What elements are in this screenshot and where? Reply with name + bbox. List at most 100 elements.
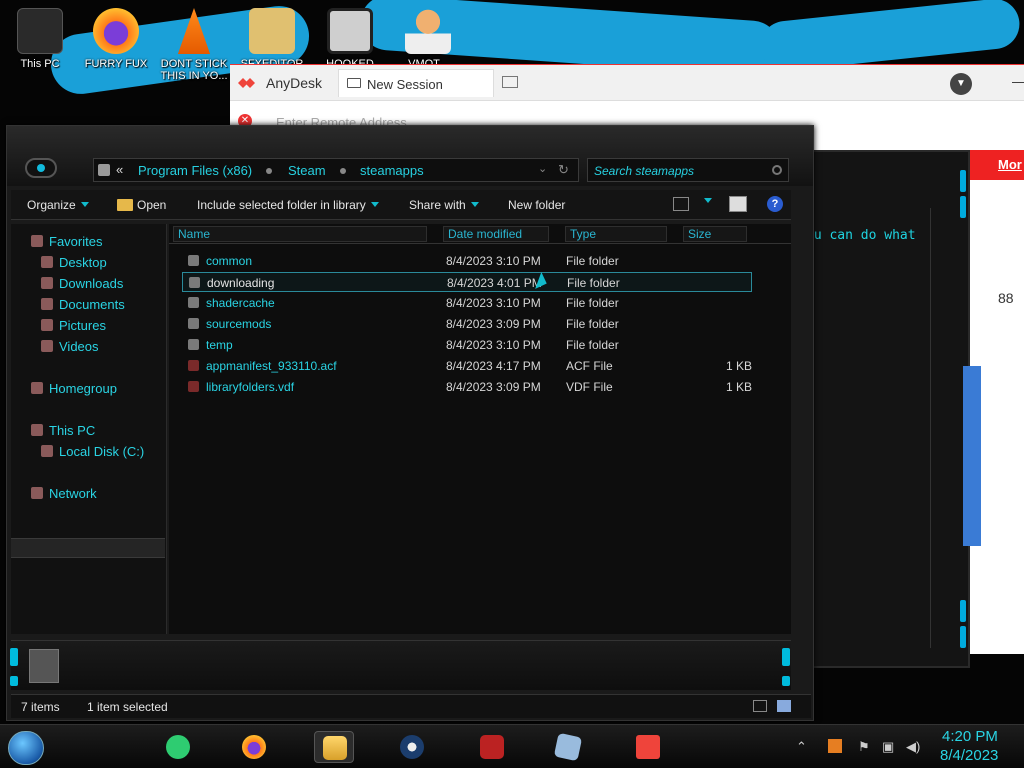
back-button[interactable] bbox=[25, 158, 57, 178]
desktop-icon bbox=[41, 256, 53, 268]
nav-pictures[interactable]: Pictures bbox=[41, 318, 106, 333]
taskbar: ⌃ ⚑ ▣ ◀) 4:20 PM 8/4/2023 bbox=[0, 724, 1024, 768]
share-with-button[interactable]: Share with bbox=[409, 198, 479, 212]
nav-favorites[interactable]: Favorites bbox=[31, 234, 102, 249]
chevron-down-icon bbox=[470, 202, 479, 207]
flag-icon[interactable]: ⚑ bbox=[858, 739, 870, 755]
nav-network[interactable]: Network bbox=[31, 486, 97, 501]
folder-thumbnail bbox=[29, 649, 59, 683]
chevron-down-icon[interactable]: ⌄ bbox=[538, 162, 547, 175]
nav-documents[interactable]: Documents bbox=[41, 297, 125, 312]
clock-time[interactable]: 4:20 PM bbox=[942, 728, 998, 745]
firefox-icon bbox=[242, 735, 266, 759]
desktop-icon-this-pc[interactable]: This PC bbox=[4, 4, 76, 70]
steam-icon bbox=[400, 735, 424, 759]
frame-accent bbox=[10, 648, 18, 666]
frame-accent bbox=[960, 600, 966, 622]
breadcrumb-steamapps[interactable]: steamapps bbox=[360, 163, 424, 178]
file-row[interactable]: appmanifest_933110.acf 8/4/2023 4:17 PM … bbox=[182, 356, 752, 376]
breadcrumb-separator-icon[interactable] bbox=[266, 168, 272, 174]
search-input[interactable]: Search steamapps bbox=[587, 158, 789, 182]
large-icons-view-icon[interactable] bbox=[777, 700, 791, 712]
nav-this-pc[interactable]: This PC bbox=[31, 423, 95, 438]
view-options-icon[interactable] bbox=[673, 197, 689, 211]
frame-accent bbox=[782, 648, 790, 666]
nav-desktop[interactable]: Desktop bbox=[41, 255, 107, 270]
taskbar-notes-app[interactable] bbox=[158, 731, 198, 763]
folder-icon bbox=[117, 199, 133, 211]
taskbar-anydesk[interactable] bbox=[628, 731, 668, 763]
show-hidden-icons[interactable]: ⌃ bbox=[796, 739, 807, 755]
pictures-icon bbox=[41, 319, 53, 331]
desktop-icon-vmot[interactable]: VMOT... bbox=[392, 4, 464, 70]
nav-homegroup[interactable]: Homegroup bbox=[31, 381, 117, 396]
file-row[interactable]: libraryfolders.vdf 8/4/2023 3:09 PM VDF … bbox=[182, 377, 752, 397]
firefox-icon bbox=[93, 8, 139, 54]
app-tray-icon[interactable] bbox=[828, 739, 842, 753]
refresh-icon[interactable]: ↻ bbox=[558, 162, 569, 178]
details-pane bbox=[11, 640, 791, 690]
nav-videos[interactable]: Videos bbox=[41, 339, 99, 354]
menu-icon[interactable]: ▼ bbox=[950, 73, 972, 95]
nav-local-disk[interactable]: Local Disk (C:) bbox=[41, 444, 144, 459]
breadcrumb-steam[interactable]: Steam bbox=[288, 163, 326, 178]
anydesk-titlebar: AnyDesk New Session ▼ — bbox=[230, 65, 1024, 101]
command-bar: Organize Open Include selected folder in… bbox=[11, 190, 791, 220]
organize-button[interactable]: Organize bbox=[27, 198, 89, 212]
details-view-icon[interactable] bbox=[753, 700, 767, 712]
address-bar[interactable]: « Program Files (x86) Steam steamapps ⌄ … bbox=[93, 158, 579, 182]
folder-icon bbox=[188, 339, 199, 350]
desktop-icon-vlc[interactable]: DONT STICK THIS IN YO... bbox=[158, 4, 230, 82]
breadcrumb-overflow[interactable]: « bbox=[116, 162, 123, 177]
nav-selection-highlight bbox=[11, 538, 165, 558]
nav-downloads[interactable]: Downloads bbox=[41, 276, 123, 291]
minimize-button[interactable]: — bbox=[1012, 73, 1024, 89]
computer-icon bbox=[17, 8, 63, 54]
start-button[interactable] bbox=[8, 731, 44, 765]
anydesk-logo-icon bbox=[636, 735, 660, 759]
status-bar: 7 items 1 item selected bbox=[11, 694, 811, 718]
breadcrumb-program-files[interactable]: Program Files (x86) bbox=[138, 163, 252, 178]
breadcrumb-separator-icon[interactable] bbox=[340, 168, 346, 174]
item-count: 7 items bbox=[21, 700, 60, 714]
star-icon bbox=[31, 235, 43, 247]
scrollbar[interactable] bbox=[930, 208, 944, 648]
taskbar-app[interactable] bbox=[472, 731, 512, 763]
preview-pane-icon[interactable] bbox=[729, 196, 747, 212]
taskbar-app-2[interactable] bbox=[548, 731, 588, 763]
chevron-down-icon bbox=[80, 202, 89, 207]
tab-new-session[interactable]: New Session bbox=[338, 69, 494, 97]
taskbar-file-explorer[interactable] bbox=[314, 731, 354, 763]
file-row[interactable]: temp 8/4/2023 3:10 PM File folder bbox=[182, 335, 752, 355]
selection-count: 1 item selected bbox=[87, 700, 168, 714]
network-icon[interactable]: ▣ bbox=[882, 739, 894, 755]
volume-icon[interactable]: ◀) bbox=[906, 739, 920, 755]
frame-accent bbox=[960, 626, 966, 648]
new-folder-button[interactable]: New folder bbox=[508, 198, 565, 212]
open-button[interactable]: Open bbox=[117, 198, 166, 212]
include-in-library-button[interactable]: Include selected folder in library bbox=[197, 198, 379, 212]
file-row-selected[interactable]: downloading 8/4/2023 4:01 PM File folder bbox=[182, 272, 752, 292]
explorer-titlebar: « Program Files (x86) Steam steamapps ⌄ … bbox=[7, 126, 813, 186]
frame-accent bbox=[10, 676, 18, 686]
clock-date[interactable]: 8/4/2023 bbox=[940, 747, 998, 764]
chevron-down-icon[interactable] bbox=[704, 198, 712, 203]
remote-header-panel: Mor bbox=[970, 150, 1024, 180]
folder-icon bbox=[188, 297, 199, 308]
folder-location-icon bbox=[98, 164, 110, 176]
file-row[interactable]: shadercache 8/4/2023 3:10 PM File folder bbox=[182, 293, 752, 313]
remote-window: ou can do what bbox=[800, 150, 970, 668]
chevron-down-icon bbox=[370, 202, 379, 207]
file-row[interactable]: common 8/4/2023 3:10 PM File folder bbox=[182, 251, 752, 271]
taskbar-steam[interactable] bbox=[392, 731, 432, 763]
apps-grid-icon[interactable]: 88 bbox=[998, 290, 1014, 306]
file-row[interactable]: sourcemods 8/4/2023 3:09 PM File folder bbox=[182, 314, 752, 334]
more-link[interactable]: Mor bbox=[998, 157, 1022, 172]
taskbar-firefox[interactable] bbox=[234, 731, 274, 763]
help-icon[interactable]: ? bbox=[767, 196, 783, 212]
desktop-icon-firefox[interactable]: FURRY FUX bbox=[80, 4, 152, 70]
wallpaper-stroke bbox=[758, 0, 1022, 74]
new-tab-button[interactable] bbox=[502, 76, 518, 88]
desktop-icon-sfxeditor[interactable]: SFXEDITOR bbox=[236, 4, 308, 70]
app-icon bbox=[553, 732, 583, 762]
